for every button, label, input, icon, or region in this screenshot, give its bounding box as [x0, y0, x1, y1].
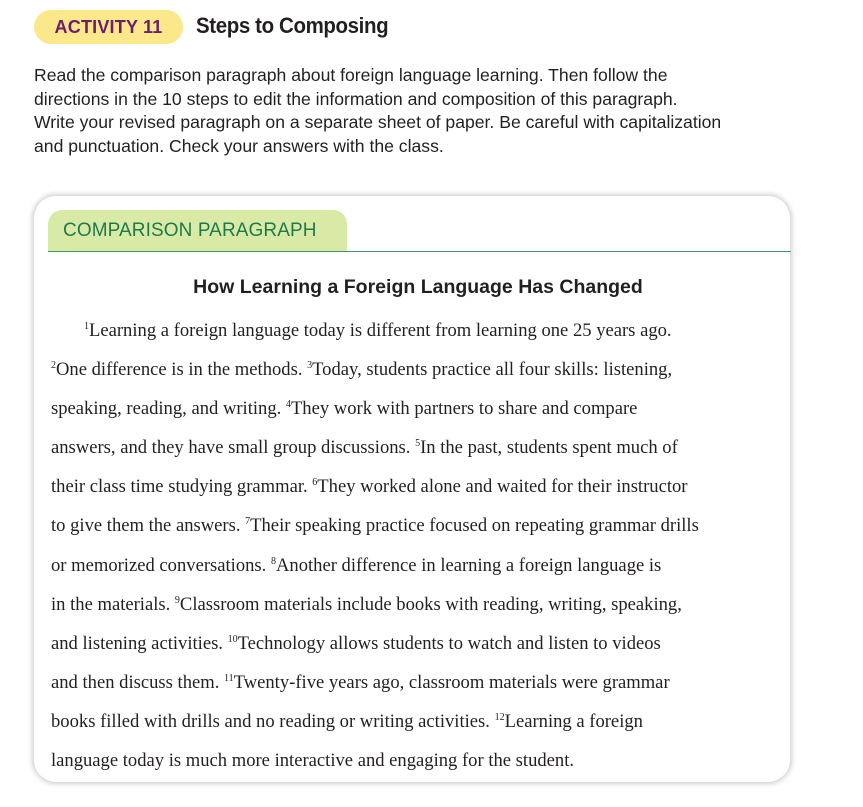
instructions-line: directions in the 10 steps to edit the i…: [34, 88, 678, 109]
paragraph-line: their class time studying grammar. 6They…: [51, 467, 786, 506]
sentence-text: Technology allows students to watch and …: [237, 632, 661, 654]
instructions: Read the comparison paragraph about fore…: [34, 64, 834, 158]
paragraph-line: speaking, reading, and writing. 4They wo…: [51, 389, 786, 428]
paragraph-line: to give them the answers. 7Their speakin…: [51, 506, 786, 545]
sentence-text: Learning a foreign language today is dif…: [89, 320, 672, 341]
instructions-line: Read the comparison paragraph about fore…: [34, 65, 668, 85]
paragraph-line: 1Learning a foreign language today is di…: [51, 311, 786, 350]
sentence-text: books filled with drills and no reading …: [51, 710, 495, 732]
sentence-text: to give them the answers.: [51, 515, 246, 537]
sentence-text: answers, and they have small group discu…: [51, 437, 416, 459]
sentence-text: speaking, reading, and writing.: [51, 398, 286, 420]
card-tab-label: COMPARISON PARAGRAPH: [63, 220, 317, 241]
sentence-text: and then discuss them.: [51, 671, 224, 693]
paragraph-line: 2One difference is in the methods. 3Toda…: [51, 350, 786, 389]
activity-badge: ACTIVITY 11: [34, 10, 183, 44]
sentence-number: 11: [224, 672, 234, 684]
activity-title: Steps to Composing: [196, 13, 389, 38]
paragraph-line: in the materials. 9Classroom materials i…: [51, 585, 786, 624]
paragraph-line: books filled with drills and no reading …: [51, 702, 786, 741]
sentence-text: In the past, students spent much of: [420, 437, 678, 459]
sentence-text: One difference is in the methods.: [56, 359, 308, 381]
instructions-line: and punctuation. Check your answers with…: [34, 135, 444, 156]
sentence-text: or memorized conversations.: [51, 554, 271, 576]
card-divider: [48, 251, 791, 252]
paragraph-line: and then discuss them. 11Twenty-five yea…: [51, 663, 786, 702]
paragraph-line: answers, and they have small group discu…: [51, 428, 786, 467]
paragraph-title: How Learning a Foreign Language Has Chan…: [193, 276, 643, 298]
instructions-line: Write your revised paragraph on a separa…: [34, 112, 722, 132]
sentence-text: Today, students practice all four skills…: [312, 359, 673, 381]
sentence-text: Learning a foreign: [504, 710, 643, 732]
sentence-text: Another difference in learning a foreign…: [275, 554, 662, 576]
paragraph-line: or memorized conversations. 8Another dif…: [51, 546, 786, 585]
sentence-text: They work with partners to share and com…: [290, 398, 638, 420]
sentence-text: language today is much more interactive …: [51, 750, 575, 772]
sentence-text: Their speaking practice focused on repea…: [250, 515, 699, 537]
paragraph-body: 1Learning a foreign language today is di…: [51, 311, 786, 780]
sentence-text: Classroom materials include books with r…: [179, 593, 682, 615]
sentence-number: 10: [227, 633, 238, 645]
paragraph-line: and listening activities. 10Technology a…: [51, 624, 786, 663]
sentence-text: They worked alone and waited for their i…: [317, 476, 688, 498]
sentence-number: 12: [494, 711, 505, 723]
sentence-text: in the materials.: [51, 593, 175, 615]
sentence-text: their class time studying grammar.: [51, 476, 313, 498]
paragraph-line: language today is much more interactive …: [51, 741, 786, 780]
sentence-text: Twenty-five years ago, classroom materia…: [233, 671, 670, 693]
sentence-text: and listening activities.: [51, 632, 228, 654]
